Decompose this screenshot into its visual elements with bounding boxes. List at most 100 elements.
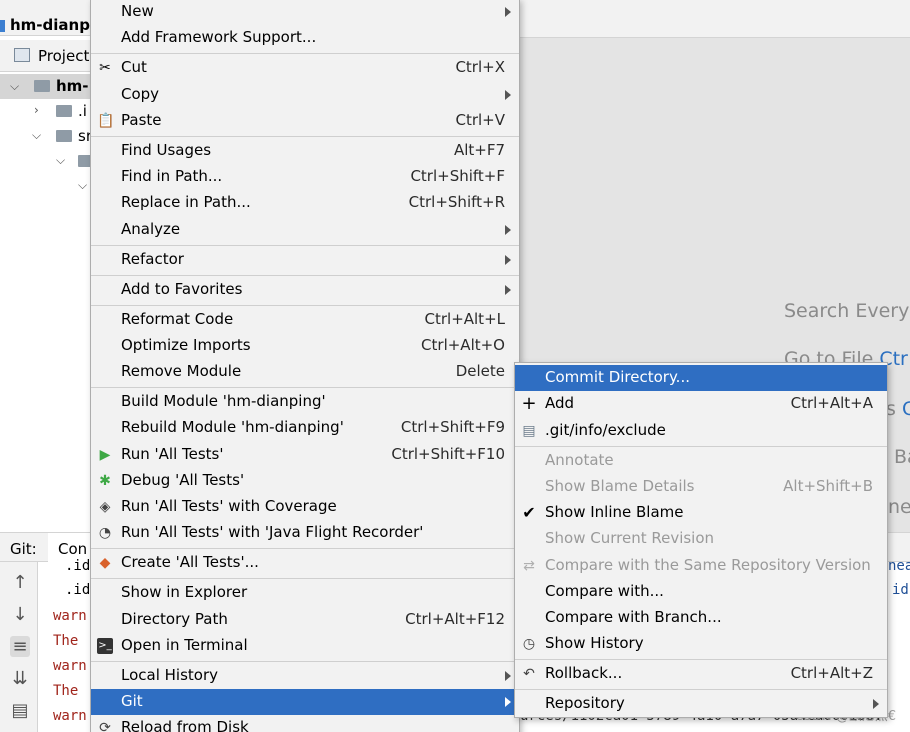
project-view-icon (14, 48, 30, 62)
git-item-show-blame-details[interactable]: Show Blame Details Alt+Shift+B (515, 474, 887, 500)
menu-item-cut[interactable]: ✂ Cut Ctrl+X (91, 55, 519, 81)
tree-row-idea[interactable]: › .i (0, 99, 92, 124)
menu-item-open-in-terminal[interactable]: >_ Open in Terminal (91, 633, 519, 659)
menu-item-show-in-explorer[interactable]: Show in Explorer (91, 580, 519, 606)
folder-icon (56, 105, 72, 117)
menu-item-optimize-imports[interactable]: Optimize Imports Ctrl+Alt+O (91, 333, 519, 359)
git-item-repository[interactable]: Repository (515, 691, 887, 717)
hint-recent: s C (886, 398, 910, 420)
menu-item-create-all-tests[interactable]: ◆ Create 'All Tests'... (91, 550, 519, 576)
module-folder-icon (34, 80, 50, 92)
console-line-right: nea (888, 558, 910, 574)
soft-wrap-icon[interactable]: ≡ (10, 636, 30, 657)
ignore-file-icon: ▤ (522, 423, 536, 439)
menu-separator (515, 689, 887, 690)
folder-icon (56, 130, 72, 142)
git-item-show-current-revision[interactable]: Show Current Revision (515, 526, 887, 552)
menu-item-find-usages[interactable]: Find Usages Alt+F7 (91, 138, 519, 164)
menu-item-debug-all-tests[interactable]: ✱ Debug 'All Tests' (91, 468, 519, 494)
menu-item-build-module[interactable]: Build Module 'hm-dianping' (91, 389, 519, 415)
submenu-arrow-icon (505, 7, 511, 17)
menu-item-find-in-path[interactable]: Find in Path... Ctrl+Shift+F (91, 164, 519, 190)
menu-item-new[interactable]: New (91, 0, 519, 25)
arrow-down-icon[interactable]: ↓ (10, 604, 30, 625)
tree-row-src[interactable]: ⌵ sr (0, 124, 92, 149)
clipboard-icon: 📋 (97, 113, 115, 129)
hint-search-everywhere: Search Everyw (784, 300, 910, 322)
submenu-arrow-icon (505, 697, 511, 707)
menu-item-run-with-jfr[interactable]: ◔ Run 'All Tests' with 'Java Flight Recor… (91, 520, 519, 546)
menu-item-local-history[interactable]: Local History (91, 663, 519, 689)
arrow-up-icon[interactable]: ↑ (10, 572, 30, 593)
console-line: .id (65, 582, 91, 598)
tree-label: hm- (56, 77, 89, 95)
menu-separator (515, 659, 887, 660)
git-item-commit-directory[interactable]: Commit Directory... (515, 365, 887, 391)
git-item-annotate[interactable]: Annotate (515, 448, 887, 474)
git-item-rollback[interactable]: ↶ Rollback... Ctrl+Alt+Z (515, 661, 887, 687)
profiler-icon: ◔ (98, 525, 112, 541)
project-tab-label: Project (38, 47, 90, 65)
menu-separator (91, 245, 519, 246)
menu-item-refactor[interactable]: Refactor (91, 247, 519, 273)
menu-separator (91, 305, 519, 306)
submenu-arrow-icon (505, 285, 511, 295)
menu-item-reformat-code[interactable]: Reformat Code Ctrl+Alt+L (91, 307, 519, 333)
git-item-show-history[interactable]: ◷ Show History (515, 631, 887, 657)
submenu-arrow-icon (505, 671, 511, 681)
console-line: .id (65, 558, 91, 574)
tree-row-root[interactable]: ⌵ hm- (0, 74, 92, 99)
menu-item-git[interactable]: Git (91, 689, 519, 715)
chevron-down-icon[interactable]: ⌵ (78, 178, 87, 193)
menu-separator (91, 387, 519, 388)
git-item-git-info-exclude[interactable]: ▤ .git/info/exclude (515, 418, 887, 444)
run-icon: ▶ (99, 447, 111, 463)
menu-separator (91, 275, 519, 276)
menu-item-remove-module[interactable]: Remove Module Delete (91, 359, 519, 385)
git-label: Git: (10, 540, 37, 558)
menu-separator (91, 661, 519, 662)
compare-icon: ⇄ (523, 558, 535, 574)
hint-nav: Ba (894, 446, 910, 468)
git-item-compare-same-repo-version[interactable]: ⇄ Compare with the Same Repository Versio… (515, 553, 887, 579)
menu-item-directory-path[interactable]: Directory Path Ctrl+Alt+F12 (91, 607, 519, 633)
menu-separator (91, 548, 519, 549)
console-side-toolbar: ↑ ↓ ≡ ⇊ ▤ (0, 562, 38, 732)
tree-row-java[interactable]: ⌵ (0, 174, 92, 199)
git-item-show-inline-blame[interactable]: ✔ Show Inline Blame (515, 500, 887, 526)
print-icon[interactable]: ▤ (10, 700, 30, 721)
chevron-down-icon[interactable]: ⌵ (56, 153, 65, 168)
menu-item-run-with-coverage[interactable]: ◈ Run 'All Tests' with Coverage (91, 494, 519, 520)
project-tool-tab[interactable]: Project (0, 40, 92, 72)
project-icon (0, 20, 5, 32)
git-submenu: Commit Directory... + Add Ctrl+Alt+A ▤ .git… (514, 362, 888, 718)
git-item-add[interactable]: + Add Ctrl+Alt+A (515, 391, 887, 417)
menu-item-copy[interactable]: Copy (91, 82, 519, 108)
menu-item-paste[interactable]: 📋 Paste Ctrl+V (91, 108, 519, 134)
menu-item-reload-from-disk[interactable]: ⟳ Reload from Disk (91, 715, 519, 732)
menu-item-add-framework[interactable]: Add Framework Support... (91, 25, 519, 51)
reload-icon: ⟳ (99, 720, 111, 732)
menu-item-analyze[interactable]: Analyze (91, 217, 519, 243)
git-item-compare-with-branch[interactable]: Compare with Branch... (515, 605, 887, 631)
submenu-arrow-icon (505, 225, 511, 235)
menu-separator (91, 53, 519, 54)
chevron-down-icon[interactable]: ⌵ (10, 79, 19, 94)
menu-item-run-all-tests[interactable]: ▶ Run 'All Tests' Ctrl+Shift+F10 (91, 442, 519, 468)
chevron-right-icon[interactable]: › (34, 103, 39, 117)
git-item-compare-with[interactable]: Compare with... (515, 579, 887, 605)
tree-label: .i (78, 102, 87, 120)
console-line-warn: The (53, 633, 79, 649)
history-icon: ◷ (522, 636, 536, 652)
project-context-menu: New Add Framework Support... ✂ Cut Ctrl+X … (90, 0, 520, 732)
scroll-to-end-icon[interactable]: ⇊ (10, 668, 30, 689)
menu-item-add-to-favorites[interactable]: Add to Favorites (91, 277, 519, 303)
scissors-icon: ✂ (99, 60, 111, 76)
plus-icon: + (521, 393, 537, 414)
chevron-down-icon[interactable]: ⌵ (32, 128, 41, 143)
tree-row-main[interactable]: ⌵ (0, 149, 94, 174)
submenu-arrow-icon (873, 699, 879, 709)
menu-item-rebuild-module[interactable]: Rebuild Module 'hm-dianping' Ctrl+Shift+F… (91, 415, 519, 441)
coverage-icon: ◈ (99, 499, 111, 515)
menu-item-replace-in-path[interactable]: Replace in Path... Ctrl+Shift+R (91, 190, 519, 216)
